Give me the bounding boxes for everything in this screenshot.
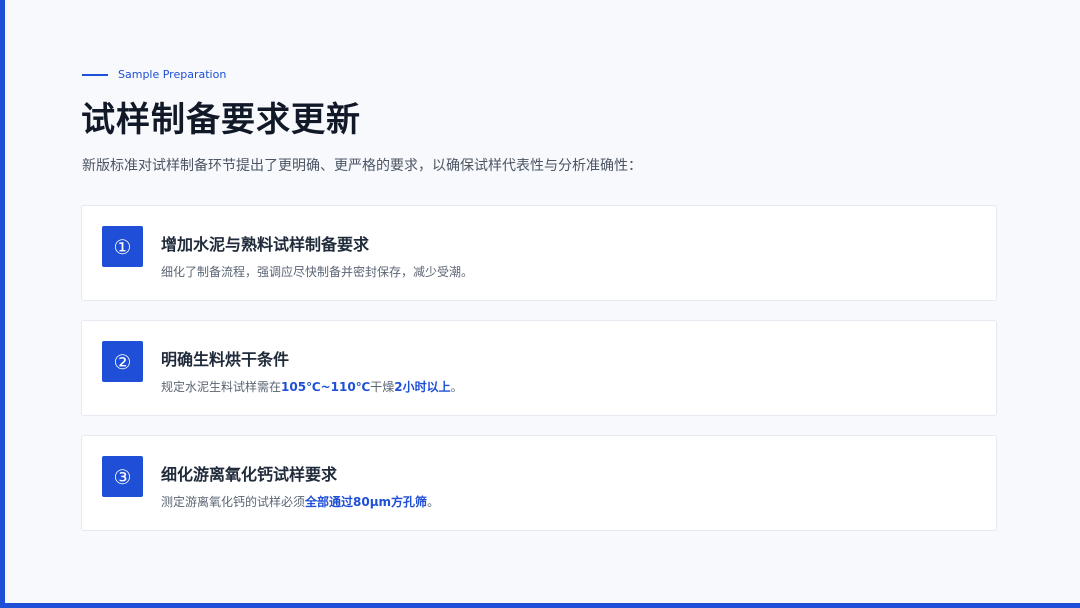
card-title-1: 增加水泥与熟料试样制备要求 [161, 235, 370, 254]
card-desc-2: 规定水泥生料试样需在105℃~110℃干燥2小时以上。 [161, 378, 463, 395]
section-eyebrow: Sample Preparation [82, 68, 226, 81]
number-badge-1: ① [102, 226, 143, 267]
bottom-accent-bar [0, 603, 1080, 608]
number-badge-2: ② [102, 341, 143, 382]
left-accent-bar [0, 0, 5, 608]
requirement-card-2: ② 明确生料烘干条件 规定水泥生料试样需在105℃~110℃干燥2小时以上。 [81, 320, 997, 416]
requirement-card-1: ① 增加水泥与熟料试样制备要求 细化了制备流程，强调应尽快制备并密封保存，减少受… [81, 205, 997, 301]
card-title-2: 明确生料烘干条件 [161, 350, 290, 369]
card-desc-2-text-a: 规定水泥生料试样需在 [161, 380, 282, 394]
card-desc-2-text-b: 干燥 [370, 380, 395, 394]
requirement-card-3: ③ 细化游离氧化钙试样要求 测定游离氧化钙的试样必须全部通过80μm方孔筛。 [81, 435, 997, 531]
number-badge-3: ③ [102, 456, 143, 497]
card-desc-3: 测定游离氧化钙的试样必须全部通过80μm方孔筛。 [161, 493, 439, 510]
page-title: 试样制备要求更新 [81, 100, 361, 140]
card-desc-3-text-b: 。 [427, 495, 440, 509]
card-desc-3-text-a: 测定游离氧化钙的试样必须 [161, 495, 306, 509]
card-title-3: 细化游离氧化钙试样要求 [161, 465, 338, 484]
eyebrow-text: Sample Preparation [118, 68, 227, 81]
eyebrow-line [82, 73, 108, 76]
page-subtitle: 新版标准对试样制备环节提出了更明确、更严格的要求，以确保试样代表性与分析准确性： [82, 158, 642, 174]
card-desc-3-highlight-sieve: 全部通过80μm方孔筛 [305, 495, 428, 509]
card-desc-2-highlight-temp: 105℃~110℃ [281, 380, 371, 394]
card-desc-2-text-c: 。 [450, 380, 463, 394]
card-desc-2-highlight-time: 2小时以上 [394, 380, 451, 394]
card-desc-1: 细化了制备流程，强调应尽快制备并密封保存，减少受潮。 [161, 265, 474, 279]
